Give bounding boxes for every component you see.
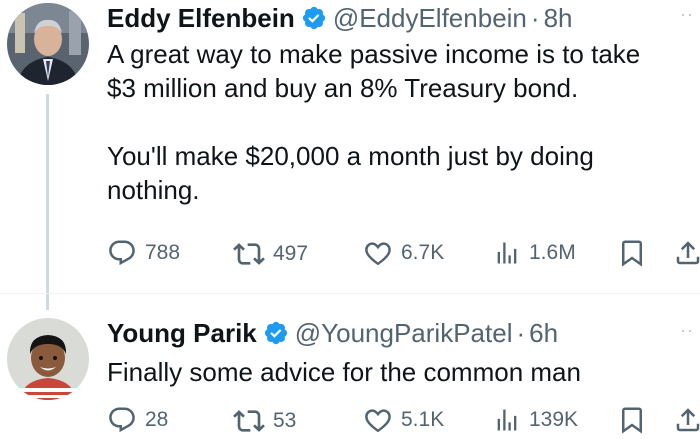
- reply-count: 28: [145, 408, 169, 431]
- tweet-action-bar: 788 497 6.7K 1.6M: [107, 238, 700, 272]
- like-icon: [365, 242, 391, 266]
- retweet-button[interactable]: 497: [233, 238, 308, 270]
- views-button[interactable]: 1.6M: [493, 238, 576, 268]
- verified-badge-icon: [301, 5, 327, 31]
- tweet-text: Finally some advice for the common man: [107, 355, 581, 389]
- thread-connector-line: [46, 94, 49, 310]
- more-options-icon[interactable]: ··: [680, 4, 694, 25]
- share-button[interactable]: [673, 405, 700, 435]
- retweet-icon: [233, 243, 265, 265]
- views-button[interactable]: 139K: [493, 405, 578, 435]
- retweet-count: 497: [273, 242, 309, 265]
- tweet-header: Young Parik @YoungParikPatel · 6h: [107, 317, 558, 349]
- tweet-action-bar: 28 53 5.1K 139K: [107, 405, 700, 439]
- retweet-count: 53: [273, 409, 297, 432]
- views-icon: [497, 409, 517, 431]
- bookmark-icon: [622, 240, 642, 267]
- tweet-text-line: A great way to make passive income is to…: [107, 39, 641, 69]
- retweet-icon: [233, 410, 265, 432]
- avatar[interactable]: [7, 318, 89, 400]
- author-handle[interactable]: @YoungParikPatel: [295, 318, 513, 349]
- like-button[interactable]: 5.1K: [363, 405, 444, 435]
- tweet-text-line: nothing.: [107, 175, 200, 205]
- timestamp[interactable]: 8h: [544, 3, 573, 34]
- separator-dot: ·: [530, 2, 540, 33]
- views-icon: [497, 242, 517, 264]
- share-icon: [676, 408, 700, 432]
- timestamp[interactable]: 6h: [529, 318, 558, 349]
- share-button[interactable]: [673, 238, 700, 268]
- views-count: 139K: [529, 408, 579, 431]
- bookmark-icon: [622, 407, 642, 434]
- tweet-text-line: You'll make $20,000 a month just by doin…: [107, 141, 594, 171]
- reply-button[interactable]: 788: [107, 238, 180, 268]
- like-button[interactable]: 6.7K: [363, 238, 444, 268]
- tweet-text-line: [107, 105, 640, 139]
- author-name[interactable]: Young Parik: [107, 318, 257, 349]
- retweet-button[interactable]: 53: [233, 405, 296, 437]
- tweet-divider: [0, 293, 700, 294]
- bookmark-button[interactable]: [617, 238, 655, 268]
- avatar[interactable]: [7, 3, 89, 85]
- reply-count: 788: [145, 241, 181, 264]
- share-icon: [676, 241, 700, 265]
- reply-icon: [109, 407, 135, 433]
- views-count: 1.6M: [529, 241, 576, 264]
- tweet-text: A great way to make passive income is to…: [107, 37, 640, 207]
- author-handle[interactable]: @EddyElfenbein: [333, 3, 527, 34]
- separator-dot: ·: [516, 317, 526, 348]
- reply-icon: [109, 240, 135, 266]
- like-count: 6.7K: [401, 241, 445, 264]
- author-name[interactable]: Eddy Elfenbein: [107, 3, 295, 34]
- more-options-icon[interactable]: ··: [680, 320, 694, 341]
- tweet-text-line: $3 million and buy an 8% Treasury bond.: [107, 73, 579, 103]
- reply-button[interactable]: 28: [107, 405, 168, 435]
- verified-badge-icon: [263, 320, 289, 346]
- tweet-text-line: Finally some advice for the common man: [107, 357, 581, 387]
- like-count: 5.1K: [401, 408, 445, 431]
- like-icon: [365, 409, 391, 433]
- bookmark-button[interactable]: [617, 405, 655, 435]
- tweet-header: Eddy Elfenbein @EddyElfenbein · 8h: [107, 2, 572, 34]
